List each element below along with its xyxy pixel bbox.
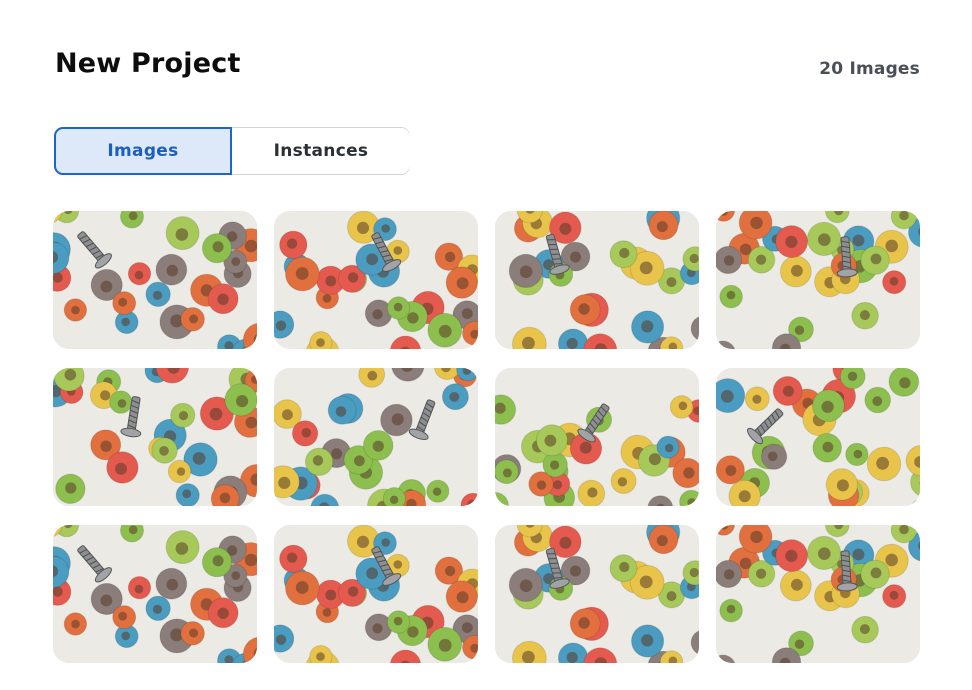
cereal-photo-icon — [274, 211, 478, 349]
view-tabs: Images Instances — [54, 127, 410, 175]
image-thumbnail[interactable] — [53, 525, 257, 663]
cereal-photo-icon — [495, 525, 699, 663]
page-title: New Project — [55, 48, 241, 79]
cereal-photo-icon — [495, 211, 699, 349]
cereal-photo-icon — [495, 368, 699, 506]
image-thumbnail[interactable] — [274, 368, 478, 506]
cereal-photo-icon — [716, 368, 920, 506]
cereal-photo-icon — [53, 368, 257, 506]
image-thumbnail[interactable] — [716, 525, 920, 663]
image-count-label: 20 Images — [819, 59, 920, 79]
image-thumbnail[interactable] — [274, 211, 478, 349]
image-thumbnail[interactable] — [53, 211, 257, 349]
image-thumbnail[interactable] — [495, 211, 699, 349]
image-gallery — [53, 211, 920, 663]
cereal-photo-icon — [274, 525, 478, 663]
image-thumbnail[interactable] — [716, 211, 920, 349]
tab-images[interactable]: Images — [54, 127, 232, 175]
cereal-photo-icon — [53, 211, 257, 349]
page-header: New Project 20 Images — [55, 48, 920, 88]
tab-instances[interactable]: Instances — [232, 128, 410, 174]
image-thumbnail[interactable] — [53, 368, 257, 506]
image-thumbnail[interactable] — [495, 368, 699, 506]
cereal-photo-icon — [274, 368, 478, 506]
image-thumbnail[interactable] — [716, 368, 920, 506]
cereal-photo-icon — [53, 525, 257, 663]
image-thumbnail[interactable] — [274, 525, 478, 663]
image-thumbnail[interactable] — [495, 525, 699, 663]
cereal-photo-icon — [716, 525, 920, 663]
cereal-photo-icon — [716, 211, 920, 349]
